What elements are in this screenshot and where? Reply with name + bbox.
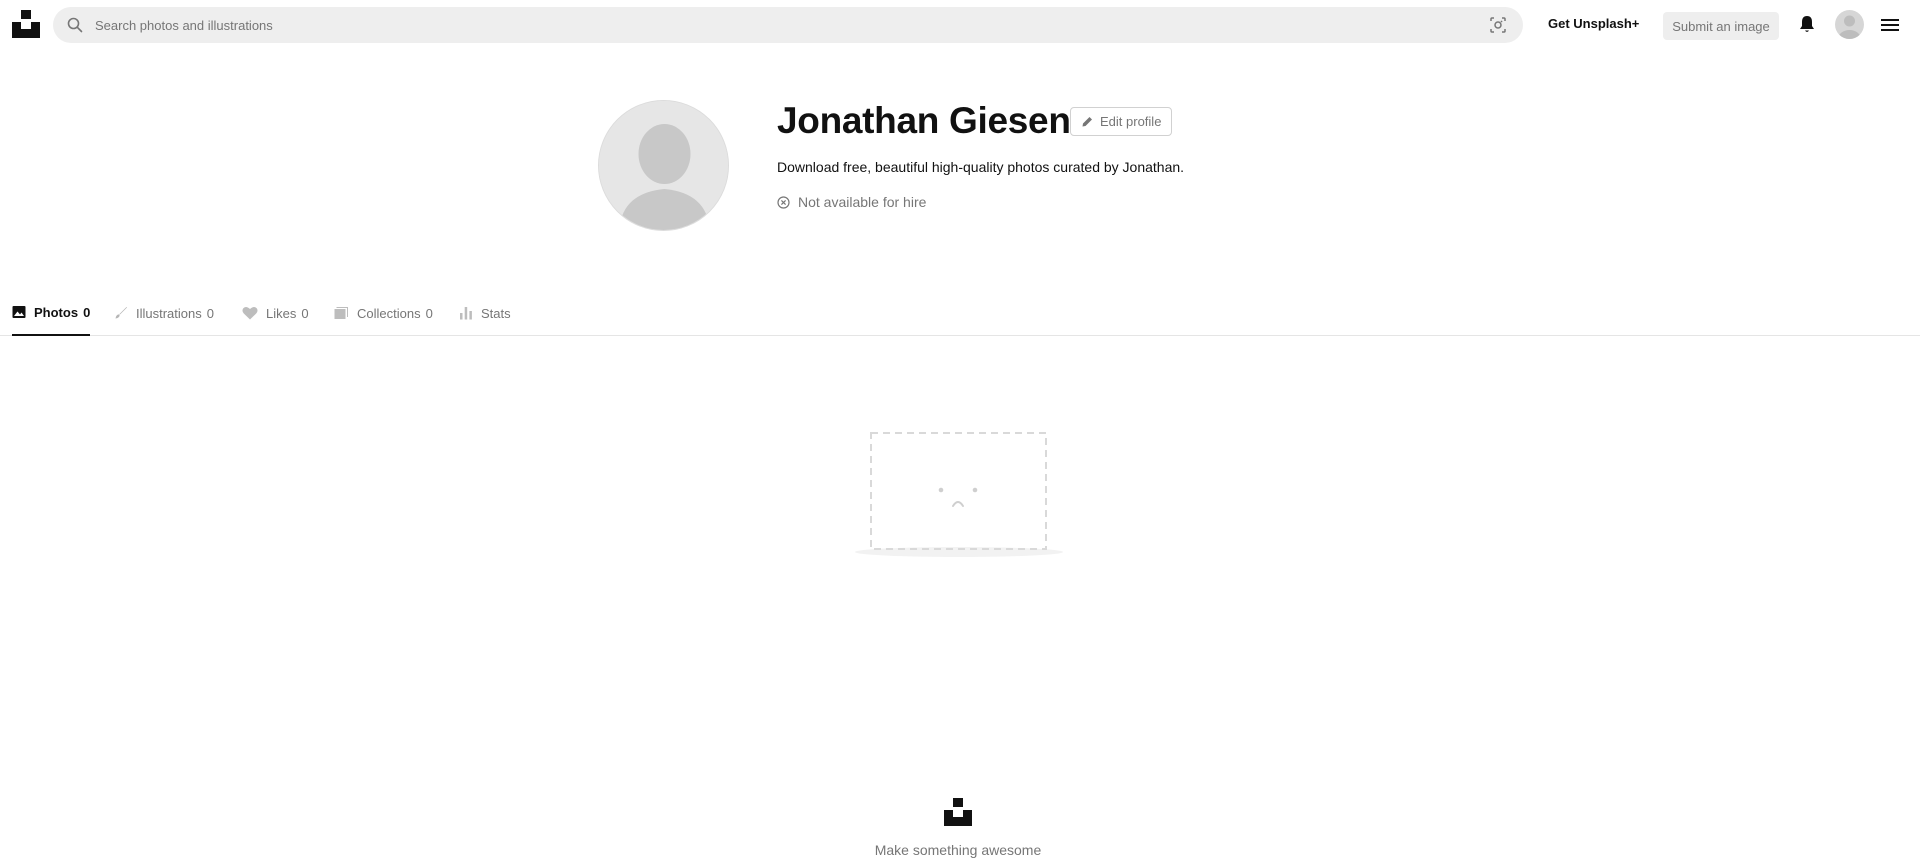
tab-illustrations[interactable]: Illustrations 0 xyxy=(114,290,214,336)
user-avatar[interactable] xyxy=(1835,10,1864,39)
tab-photos[interactable]: Photos 0 xyxy=(12,290,91,336)
submit-image-button[interactable]: Submit an image xyxy=(1663,12,1779,40)
visual-search-icon[interactable] xyxy=(1489,16,1507,34)
search-bar[interactable] xyxy=(53,7,1523,43)
profile-tabs: Photos 0 Illustrations 0 Likes 0 Collect… xyxy=(0,290,1920,336)
hire-status: Not available for hire xyxy=(777,194,926,210)
tab-collections[interactable]: Collections 0 xyxy=(334,290,433,336)
empty-state-illustration xyxy=(855,432,1063,557)
tab-likes-label: Likes xyxy=(266,305,297,321)
edit-profile-label: Edit profile xyxy=(1100,114,1162,129)
profile-bio: Download free, beautiful high-quality ph… xyxy=(777,159,1185,175)
image-icon xyxy=(12,305,26,319)
tab-photos-label: Photos xyxy=(34,304,79,320)
tab-likes[interactable]: Likes 0 xyxy=(242,290,309,336)
heart-icon xyxy=(242,306,258,320)
tab-photos-count: 0 xyxy=(83,304,91,320)
search-input[interactable] xyxy=(95,7,1489,43)
tab-likes-count: 0 xyxy=(301,305,309,321)
notification-bell-icon[interactable] xyxy=(1798,15,1816,34)
hire-status-label: Not available for hire xyxy=(798,194,927,210)
tab-collections-label: Collections xyxy=(357,305,421,321)
pencil-icon xyxy=(1082,117,1092,127)
collection-icon xyxy=(334,306,349,320)
unsplash-logo-icon[interactable] xyxy=(12,10,40,38)
unavailable-icon xyxy=(777,195,790,209)
brush-icon xyxy=(114,306,128,320)
footer-tagline: Make something awesome xyxy=(874,842,1042,858)
edit-profile-button[interactable]: Edit profile xyxy=(1070,107,1173,136)
tab-stats[interactable]: Stats xyxy=(459,290,511,336)
tab-illustrations-count: 0 xyxy=(206,305,214,321)
profile-name: Jonathan Giesen xyxy=(777,100,1071,141)
hamburger-menu-icon[interactable] xyxy=(1881,17,1899,33)
search-icon[interactable] xyxy=(67,17,83,33)
get-unsplash-plus-link[interactable]: Get Unsplash+ xyxy=(1548,16,1639,31)
top-navbar: Get Unsplash+ Submit an image xyxy=(0,0,1920,50)
tab-collections-count: 0 xyxy=(425,305,433,321)
tab-stats-label: Stats xyxy=(481,305,511,321)
unsplash-footer-logo-icon xyxy=(944,798,972,826)
bar-chart-icon xyxy=(459,306,473,320)
tab-illustrations-label: Illustrations xyxy=(136,305,202,321)
profile-avatar xyxy=(598,100,729,231)
